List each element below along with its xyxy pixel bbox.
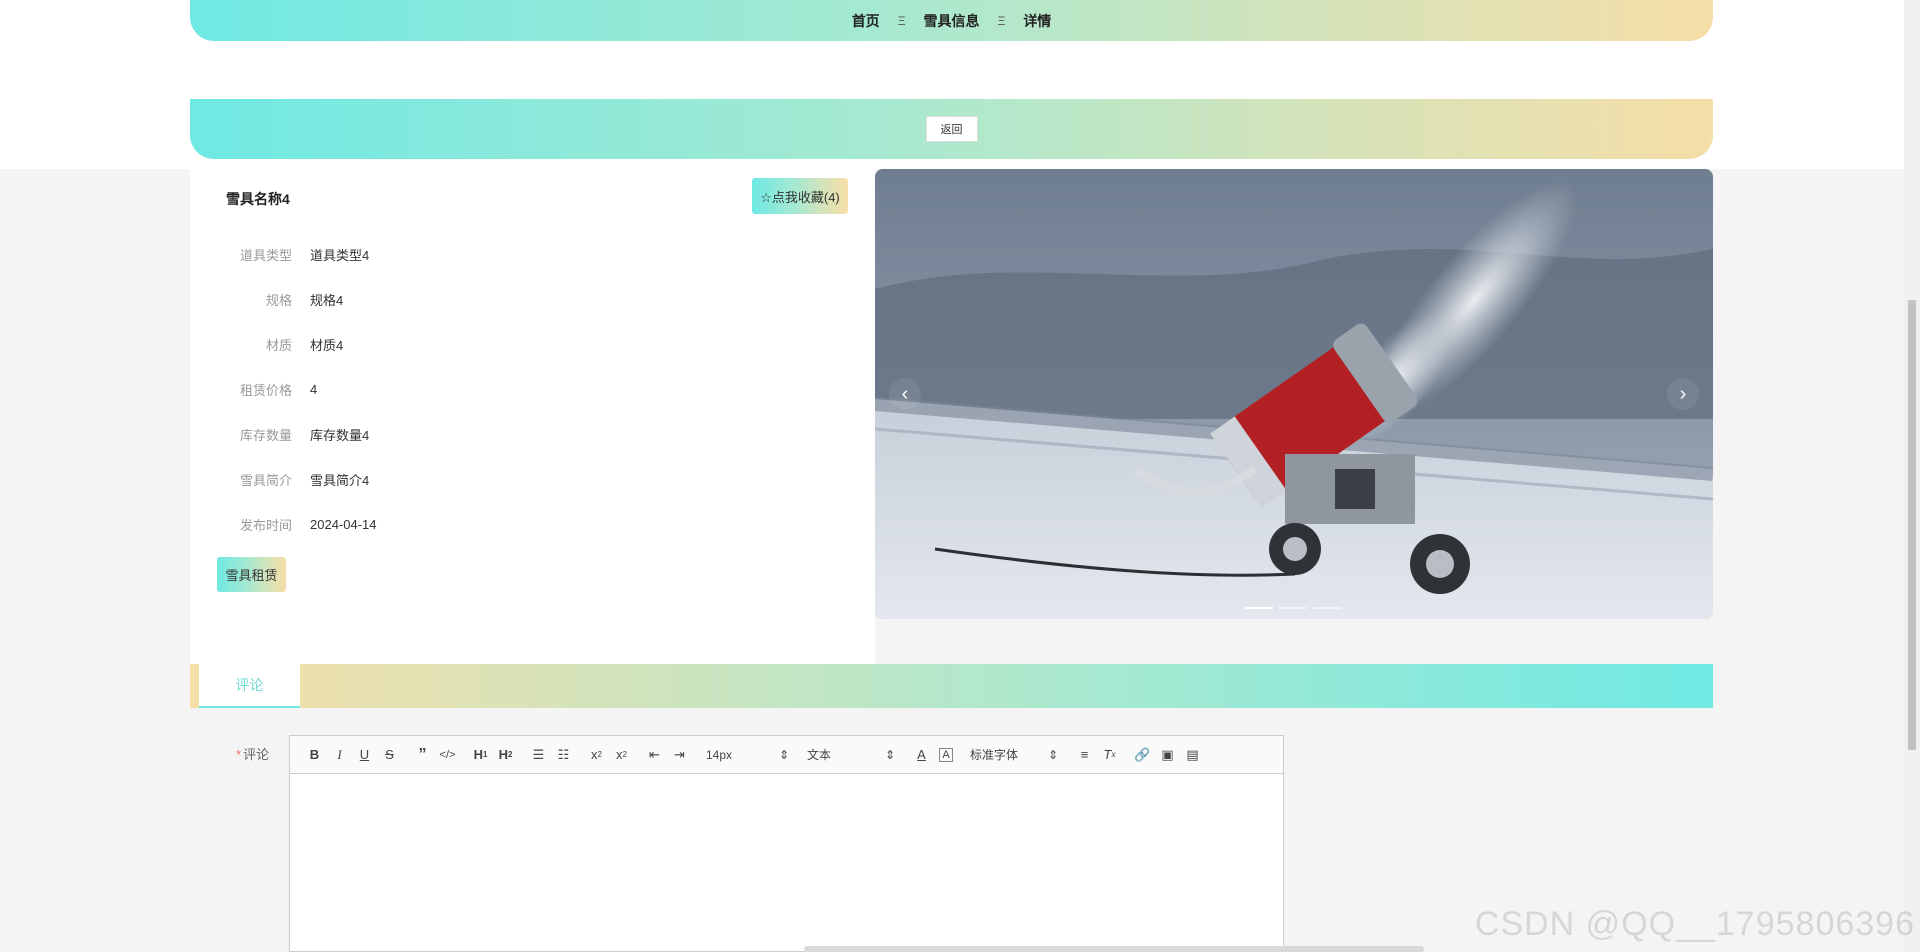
- header1-icon[interactable]: H1: [468, 743, 493, 767]
- field-price: 租赁价格 4: [190, 379, 317, 399]
- carousel-next-button[interactable]: ›: [1667, 378, 1699, 410]
- field-label: 库存数量: [239, 427, 292, 443]
- breadcrumb-current: 详情: [1023, 12, 1052, 29]
- field-value: 2024-04-14: [310, 516, 377, 532]
- ordered-list-icon[interactable]: ☰: [526, 743, 551, 767]
- header2-icon[interactable]: H2: [493, 743, 518, 767]
- clear-format-icon[interactable]: Tx: [1097, 743, 1122, 767]
- strike-icon[interactable]: S: [377, 743, 402, 767]
- carousel-indicator[interactable]: [1279, 607, 1307, 609]
- field-material: 材质 材质4: [190, 334, 343, 354]
- text-color-icon[interactable]: A: [909, 743, 934, 767]
- back-bar: 返回: [190, 99, 1713, 159]
- font-family-select[interactable]: 标准字体 ⇕: [964, 743, 1064, 767]
- video-icon[interactable]: ▤: [1180, 743, 1205, 767]
- editor-toolbar: B I U S ” </> H1 H2 ☰ ☷ x2 x2 ⇤ ⇥ 14px ⇕ …: [290, 736, 1283, 774]
- required-mark: *: [236, 747, 242, 762]
- favorite-button[interactable]: ☆点我收藏(4): [752, 178, 848, 214]
- font-size-value: 14px: [706, 747, 733, 762]
- bullet-list-icon[interactable]: ☷: [551, 743, 576, 767]
- watermark: CSDN @QQ__1795806396: [1474, 905, 1915, 943]
- rent-button[interactable]: 雪具租赁: [217, 557, 286, 592]
- comment-label: * 评论: [236, 744, 269, 763]
- select-arrow-icon: ⇕: [1047, 747, 1058, 762]
- breadcrumb-separator: Ξ: [897, 13, 906, 28]
- carousel-indicator[interactable]: [1313, 607, 1341, 609]
- tab-comment[interactable]: 评论: [199, 664, 300, 708]
- field-label: 道具类型: [239, 247, 292, 263]
- field-value: 道具类型4: [310, 247, 370, 263]
- indent-icon[interactable]: ⇥: [667, 743, 692, 767]
- breadcrumb-separator: Ξ: [997, 13, 1006, 28]
- item-name: 雪具名称4: [226, 191, 290, 207]
- font-size-select[interactable]: 14px ⇕: [700, 743, 795, 767]
- carousel-indicators: [1245, 607, 1341, 609]
- header-select[interactable]: 文本 ⇕: [801, 743, 901, 767]
- back-button[interactable]: 返回: [925, 116, 978, 142]
- comment-input[interactable]: [290, 774, 1283, 952]
- code-block-icon[interactable]: </>: [435, 743, 460, 767]
- field-intro: 雪具简介 雪具简介4: [190, 469, 369, 489]
- breadcrumb-list[interactable]: 雪具信息: [924, 11, 980, 31]
- field-label: 材质: [265, 337, 292, 353]
- breadcrumb: 首页 Ξ 雪具信息 Ξ 详情: [190, 0, 1713, 41]
- field-type: 道具类型 道具类型4: [190, 244, 369, 264]
- scroll-thumb[interactable]: [1908, 300, 1916, 750]
- field-spec: 规格 规格4: [190, 289, 343, 309]
- field-label: 雪具简介: [239, 472, 292, 488]
- field-publish-date: 发布时间 2024-04-14: [190, 514, 377, 534]
- rich-text-editor: B I U S ” </> H1 H2 ☰ ☷ x2 x2 ⇤ ⇥ 14px ⇕ …: [289, 735, 1284, 952]
- field-label: 发布时间: [239, 517, 292, 533]
- header-value: 文本: [807, 748, 832, 762]
- tab-bar: 评论: [190, 664, 1713, 708]
- select-arrow-icon: ⇕: [778, 747, 789, 762]
- field-label: 租赁价格: [239, 382, 292, 398]
- bold-icon[interactable]: B: [302, 743, 327, 767]
- select-arrow-icon: ⇕: [884, 747, 895, 762]
- horizontal-scrollbar[interactable]: [804, 946, 1424, 952]
- carousel-indicator[interactable]: [1245, 607, 1273, 609]
- subscript-icon[interactable]: x2: [584, 743, 609, 767]
- item-info-panel: 雪具名称4 ☆点我收藏(4) 道具类型 道具类型4 规格 规格4 材质 材质4 …: [190, 169, 875, 664]
- breadcrumb-home[interactable]: 首页: [852, 11, 880, 31]
- field-stock: 库存数量 库存数量4: [190, 424, 369, 444]
- carousel-image: [875, 169, 1713, 619]
- blockquote-icon[interactable]: ”: [410, 743, 435, 767]
- image-carousel: ‹ ›: [875, 169, 1713, 619]
- font-family-value: 标准字体: [970, 748, 1019, 762]
- underline-icon[interactable]: U: [352, 743, 377, 767]
- align-icon[interactable]: ≡: [1072, 743, 1097, 767]
- field-value: 材质4: [310, 337, 344, 353]
- image-icon[interactable]: ▣: [1155, 743, 1180, 767]
- outdent-icon[interactable]: ⇤: [642, 743, 667, 767]
- field-value: 4: [310, 381, 318, 397]
- field-label: 规格: [265, 292, 292, 308]
- carousel-prev-button[interactable]: ‹: [889, 378, 921, 410]
- background-color-icon[interactable]: A: [939, 747, 953, 762]
- link-icon[interactable]: 🔗: [1130, 743, 1155, 767]
- field-value: 库存数量4: [310, 427, 370, 443]
- field-value: 规格4: [310, 292, 344, 308]
- comment-label-text: 评论: [243, 747, 270, 762]
- field-value: 雪具简介4: [310, 472, 370, 488]
- italic-icon[interactable]: I: [327, 743, 352, 767]
- vertical-scrollbar[interactable]: [1904, 0, 1920, 952]
- superscript-icon[interactable]: x2: [609, 743, 634, 767]
